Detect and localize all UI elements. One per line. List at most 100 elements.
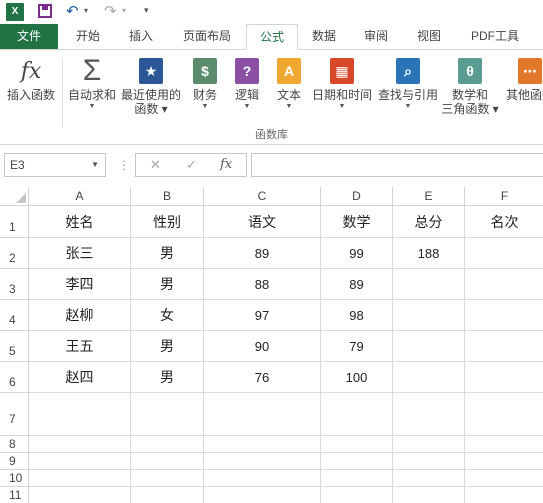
autosum-button[interactable]: Σ 自动求和 ▼ [66, 54, 118, 112]
cell-d11[interactable] [321, 487, 393, 503]
cell-c6[interactable]: 76 [204, 362, 321, 393]
cell-e5[interactable] [393, 331, 465, 362]
redo-dropdown-icon[interactable]: ▾ [122, 6, 126, 15]
row-header-10[interactable]: 10 [0, 470, 29, 487]
cell-a2[interactable]: 张三 [29, 238, 131, 269]
chevron-down-icon[interactable]: ▼ [91, 154, 99, 176]
cell-f4[interactable] [465, 300, 543, 331]
cell-f10[interactable] [465, 470, 543, 487]
cell-c5[interactable]: 90 [204, 331, 321, 362]
column-header-c[interactable]: C [204, 187, 321, 206]
cell-d9[interactable] [321, 453, 393, 470]
cell-f2[interactable] [465, 238, 543, 269]
financial-button[interactable]: $ 财务 ▼ [188, 56, 222, 112]
formula-bar-grip-icon[interactable]: ⋮ [118, 158, 130, 172]
cell-a11[interactable] [29, 487, 131, 503]
insert-function-button[interactable]: fx 插入函数 [4, 56, 58, 103]
text-button[interactable]: A 文本 ▼ [272, 56, 306, 112]
tab-review[interactable]: 审阅 [352, 24, 400, 50]
row-header-1[interactable]: 1 [0, 206, 29, 238]
cell-d2[interactable]: 99 [321, 238, 393, 269]
cell-c1[interactable]: 语文 [204, 206, 321, 238]
cell-c11[interactable] [204, 487, 321, 503]
cell-a4[interactable]: 赵柳 [29, 300, 131, 331]
cell-d7[interactable] [321, 393, 393, 436]
datetime-button[interactable]: ▦ 日期和时间 ▼ [310, 56, 374, 112]
cell-c9[interactable] [204, 453, 321, 470]
cell-d8[interactable] [321, 436, 393, 453]
cell-b5[interactable]: 男 [131, 331, 204, 362]
cell-b7[interactable] [131, 393, 204, 436]
save-icon[interactable] [38, 4, 52, 18]
cell-d4[interactable]: 98 [321, 300, 393, 331]
insert-function-icon[interactable]: fx [220, 157, 232, 172]
cell-b9[interactable] [131, 453, 204, 470]
cell-f11[interactable] [465, 487, 543, 503]
select-all-corner[interactable] [0, 187, 29, 206]
cell-e9[interactable] [393, 453, 465, 470]
logical-button[interactable]: ? 逻辑 ▼ [230, 56, 264, 112]
undo-dropdown-icon[interactable]: ▾ [84, 6, 88, 15]
tab-data[interactable]: 数据 [300, 24, 348, 50]
cell-b10[interactable] [131, 470, 204, 487]
column-header-f[interactable]: F [465, 187, 543, 206]
cell-b11[interactable] [131, 487, 204, 503]
tab-formulas[interactable]: 公式 [246, 24, 298, 50]
cell-f8[interactable] [465, 436, 543, 453]
recent-functions-button[interactable]: ★ 最近使用的 函数 ▾ [120, 56, 182, 116]
cell-e1[interactable]: 总分 [393, 206, 465, 238]
cell-a9[interactable] [29, 453, 131, 470]
row-header-9[interactable]: 9 [0, 453, 29, 470]
tab-view[interactable]: 视图 [404, 24, 454, 50]
cell-e11[interactable] [393, 487, 465, 503]
name-box[interactable]: E3 ▼ [4, 153, 106, 177]
cell-f9[interactable] [465, 453, 543, 470]
cell-a6[interactable]: 赵四 [29, 362, 131, 393]
cell-f5[interactable] [465, 331, 543, 362]
tab-file[interactable]: 文件 [0, 24, 58, 50]
cell-f7[interactable] [465, 393, 543, 436]
cell-c4[interactable]: 97 [204, 300, 321, 331]
cell-d1[interactable]: 数学 [321, 206, 393, 238]
cell-b2[interactable]: 男 [131, 238, 204, 269]
cell-f6[interactable] [465, 362, 543, 393]
cell-e3[interactable] [393, 269, 465, 300]
cell-b8[interactable] [131, 436, 204, 453]
lookup-button[interactable]: ⌕ 查找与引用 ▼ [376, 56, 440, 112]
undo-icon[interactable]: ↶ [66, 2, 79, 20]
cell-d6[interactable]: 100 [321, 362, 393, 393]
cell-d5[interactable]: 79 [321, 331, 393, 362]
redo-icon[interactable]: ↷ [104, 2, 117, 20]
cell-e4[interactable] [393, 300, 465, 331]
cell-e10[interactable] [393, 470, 465, 487]
cell-c10[interactable] [204, 470, 321, 487]
more-functions-button[interactable]: ⋯ 其他函数 [502, 56, 543, 102]
customize-toolbar-icon[interactable]: ▾ [144, 5, 149, 16]
cell-c8[interactable] [204, 436, 321, 453]
tab-pdf-tools[interactable]: PDF工具 [460, 24, 530, 50]
cell-b6[interactable]: 男 [131, 362, 204, 393]
cell-d3[interactable]: 89 [321, 269, 393, 300]
cell-e8[interactable] [393, 436, 465, 453]
cell-b3[interactable]: 男 [131, 269, 204, 300]
row-header-2[interactable]: 2 [0, 238, 29, 269]
tab-home[interactable]: 开始 [62, 24, 114, 50]
row-header-4[interactable]: 4 [0, 300, 29, 331]
cell-e7[interactable] [393, 393, 465, 436]
cell-c3[interactable]: 88 [204, 269, 321, 300]
tab-insert[interactable]: 插入 [116, 24, 166, 50]
enter-icon[interactable]: ✓ [186, 157, 197, 173]
cell-e2[interactable]: 188 [393, 238, 465, 269]
column-header-b[interactable]: B [131, 187, 204, 206]
cell-a8[interactable] [29, 436, 131, 453]
row-header-7[interactable]: 7 [0, 393, 29, 436]
cell-d10[interactable] [321, 470, 393, 487]
row-header-8[interactable]: 8 [0, 436, 29, 453]
cell-c7[interactable] [204, 393, 321, 436]
cell-e6[interactable] [393, 362, 465, 393]
cell-a10[interactable] [29, 470, 131, 487]
cell-b4[interactable]: 女 [131, 300, 204, 331]
cell-a5[interactable]: 王五 [29, 331, 131, 362]
column-header-d[interactable]: D [321, 187, 393, 206]
cell-a1[interactable]: 姓名 [29, 206, 131, 238]
